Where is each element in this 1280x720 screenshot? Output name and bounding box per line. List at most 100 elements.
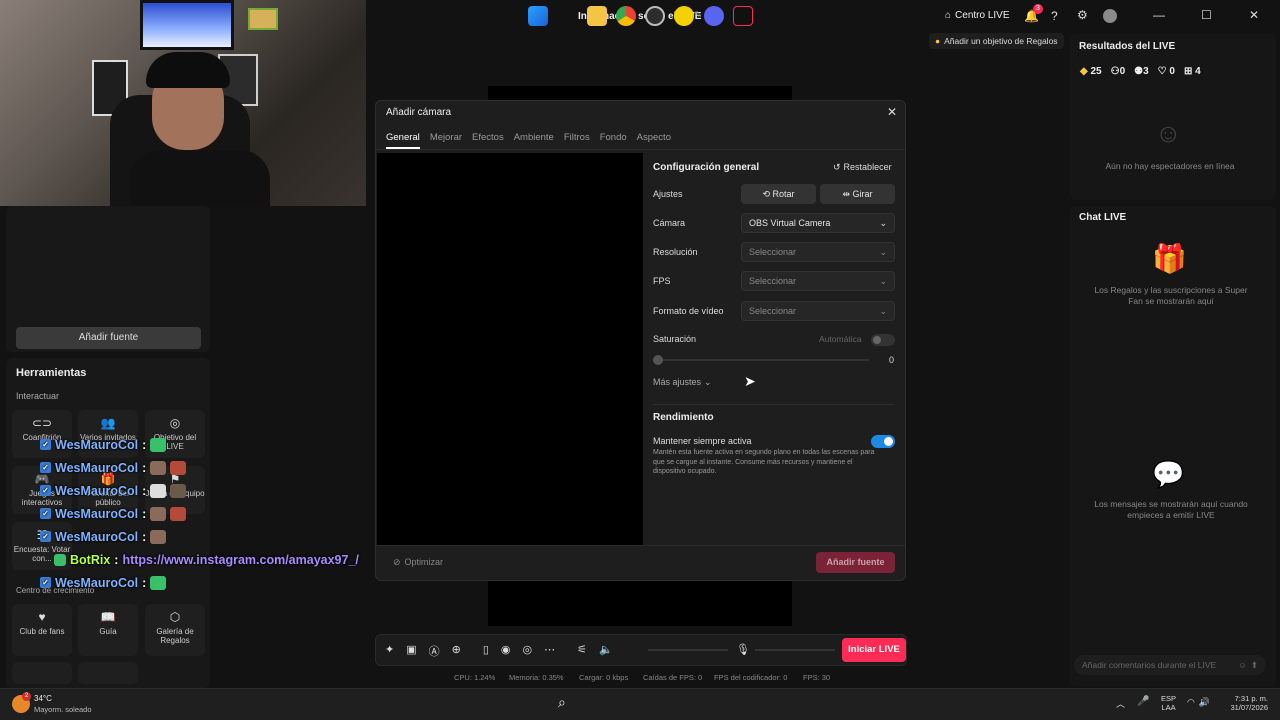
volume-slider[interactable] (648, 649, 728, 651)
users-icon: 👥 (100, 416, 116, 430)
keep-active-toggle[interactable] (871, 435, 895, 448)
weather-badge: 2 (22, 692, 31, 701)
tab-aspecto[interactable]: Aspecto (637, 132, 671, 149)
chat-overlay: ✓ WesMauroCol: ✓ WesMauroCol: ✓ WesMauroCol… (40, 433, 359, 594)
tab-efectos[interactable]: Efectos (472, 132, 504, 149)
language-indicator[interactable]: ESP LAA (1161, 694, 1176, 712)
dialog-tabs: General Mejorar Efectos Ambiente Filtros… (386, 132, 671, 149)
stat-likes: ♡ 0 (1157, 66, 1175, 77)
resolution-select[interactable]: Seleccionar ⌄ (741, 242, 895, 262)
auto-toggle[interactable] (871, 334, 895, 346)
video-format-select[interactable]: Seleccionar ⌄ (741, 301, 895, 321)
chrome-icon[interactable] (616, 6, 636, 26)
mic-muted-icon[interactable]: 🎙 (736, 643, 750, 656)
chat-link[interactable]: https://www.instagram.com/amayax97_/ (122, 553, 358, 567)
ai-icon[interactable]: Ⓐ (429, 643, 440, 659)
saturation-slider-handle[interactable] (653, 355, 663, 365)
minimize-icon[interactable]: — (1153, 8, 1165, 22)
more-icon[interactable]: ⋯ (544, 643, 555, 659)
tool-guide[interactable]: 📖 Guía (78, 604, 138, 656)
magic-wand-icon[interactable]: ✦ (385, 643, 394, 659)
fps-select[interactable]: Seleccionar ⌄ (741, 271, 895, 291)
optimize-button[interactable]: ⊘ Optimizar (393, 557, 443, 568)
tiktok-live-icon[interactable] (733, 6, 753, 26)
speaker-icon[interactable]: 🔈 (599, 643, 613, 659)
emote-icon (150, 437, 167, 452)
more-settings-toggle[interactable]: Más ajustes ⌄ (653, 377, 712, 388)
tab-ambiente[interactable]: Ambiente (514, 132, 554, 149)
scene-icon[interactable]: ▣ (406, 643, 416, 659)
system-tray[interactable]: ◠ 🔊 (1187, 697, 1210, 708)
edit-icon[interactable]: ✎ (694, 10, 702, 21)
avatar[interactable] (1103, 9, 1117, 23)
tab-general[interactable]: General (386, 132, 420, 149)
badge-icon: ✓ (40, 508, 51, 519)
empty-chat-icon: 💬 (1152, 459, 1185, 489)
tab-mejorar[interactable]: Mejorar (430, 132, 462, 149)
chevron-down-icon: ⌄ (879, 247, 887, 257)
rotate-icon: ⟲ (762, 189, 773, 199)
phone-icon[interactable]: ▯ (483, 643, 489, 659)
close-icon[interactable]: ✕ (887, 105, 897, 119)
people-icon: ⚇ (1110, 66, 1120, 77)
user-plus-icon: ⚉ (1134, 66, 1144, 77)
chat-message: ✓ WesMauroCol: (40, 571, 359, 594)
rotate-button[interactable]: ⟲ Rotar (741, 184, 816, 204)
close-window-icon[interactable]: ✕ (1249, 8, 1259, 22)
add-gift-goal-hint[interactable]: ● Añadir un objetivo de Regalos (929, 33, 1064, 49)
tab-fondo[interactable]: Fondo (600, 132, 627, 149)
adjust-label: Ajustes (653, 189, 683, 199)
search-icon[interactable]: ⌕ (558, 694, 566, 711)
tool-fan-club[interactable]: ♥ Club de fans (12, 604, 72, 656)
tool-gift-gallery[interactable]: ⬡ Galería de Regalos (145, 604, 205, 656)
app-yellow-icon[interactable] (674, 6, 694, 26)
camera-select[interactable]: OBS Virtual Camera ⌄ (741, 213, 895, 233)
tool-more-2[interactable] (78, 662, 138, 684)
live-results-title: Resultados del LIVE (1079, 41, 1176, 52)
centro-live-button[interactable]: ⌂ Centro LIVE (945, 10, 1010, 21)
windows-start-icon[interactable] (528, 6, 548, 26)
add-source-button[interactable]: Añadir fuente (16, 327, 201, 349)
add-source-confirm-button[interactable]: Añadir fuente (816, 552, 895, 573)
mic-slider[interactable] (755, 649, 835, 651)
reset-icon: ↺ (833, 162, 841, 172)
gear-icon[interactable]: ⚙ (1077, 8, 1088, 22)
heart-icon: ♡ (1157, 66, 1167, 77)
reset-button[interactable]: ↺ Restablecer (833, 162, 892, 173)
saturation-slider[interactable] (659, 359, 869, 361)
emoji-icon[interactable]: ☺ (1238, 660, 1247, 671)
tool-more-1[interactable] (12, 662, 72, 684)
taskbar (0, 688, 1280, 720)
help-icon[interactable]: ? (1051, 9, 1058, 23)
record-icon[interactable]: ◉ (501, 643, 511, 659)
mic-tray-icon[interactable]: 🎤 (1137, 696, 1149, 707)
resolution-label: Resolución (653, 247, 698, 257)
obs-icon[interactable] (645, 6, 665, 26)
add-media-icon[interactable]: ⊕ (452, 643, 461, 659)
add-camera-dialog: Añadir cámara ✕ General Mejorar Efectos … (375, 100, 906, 581)
flip-button[interactable]: ⇹ Girar (820, 184, 895, 204)
gifts-placeholder: Los Regalos y las suscripciones a Super … (1094, 285, 1248, 306)
discord-icon[interactable] (704, 6, 724, 26)
settings-sliders-icon[interactable]: ⚟ (577, 643, 587, 659)
live-results-panel (1070, 34, 1276, 200)
chat-live-title: Chat LIVE (1079, 212, 1127, 223)
target-icon: ◎ (169, 416, 181, 430)
emote-icon (150, 483, 167, 498)
emote-icon (150, 460, 167, 475)
clock[interactable]: 7:31 p. m. 31/07/2026 (1224, 694, 1268, 712)
fps-drops-status: Caídas de FPS: 0 (643, 673, 703, 682)
comment-input[interactable]: Añadir comentarios durante el LIVE ☺ ⬆ (1074, 655, 1266, 675)
go-live-button[interactable]: Iniciar LIVE (842, 638, 906, 662)
gift-icon: ⊞ (1183, 66, 1193, 77)
camera-switch-icon[interactable]: ◎ (523, 643, 533, 659)
chevron-up-icon[interactable]: ︿ (1116, 697, 1125, 710)
camera-preview (377, 153, 643, 545)
send-icon[interactable]: ⬆ (1251, 660, 1258, 671)
badge-icon: ✓ (40, 462, 51, 473)
tab-filtros[interactable]: Filtros (564, 132, 590, 149)
auto-label: Automática (819, 334, 862, 344)
maximize-icon[interactable]: ☐ (1201, 8, 1212, 22)
chat-message: ✓ WesMauroCol: (40, 456, 359, 479)
file-explorer-icon[interactable] (587, 6, 607, 26)
